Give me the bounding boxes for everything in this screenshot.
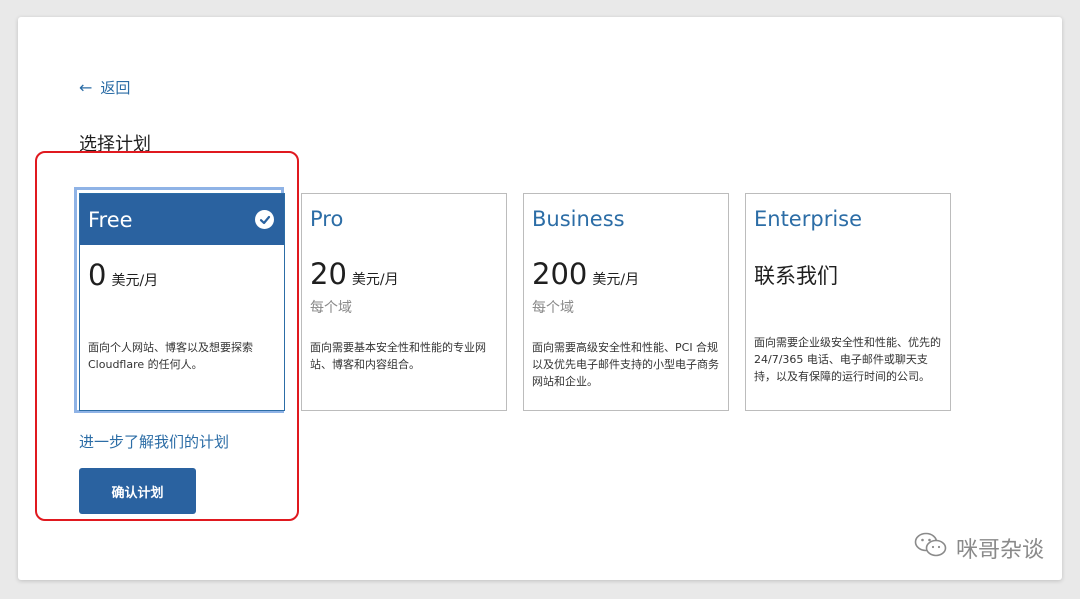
plan-card-header: Enterprise (746, 194, 950, 244)
back-link[interactable]: ← 返回 (79, 77, 130, 98)
plan-card-business[interactable]: Business 200 美元/月 每个域 面向需要高级安全性和性能、PCI 合… (523, 193, 729, 411)
price-amount: 0 (88, 258, 107, 292)
arrow-left-icon: ← (79, 77, 93, 97)
plan-selection-panel: ← 返回 选择计划 Free 0 美元/月 面向个人网站、博客以及想要探索 Cl… (18, 17, 1062, 580)
price-unit: 美元/月 (592, 272, 640, 288)
price-amount: 20 (310, 257, 347, 291)
price-row: 0 美元/月 (80, 245, 284, 292)
price-row: 20 美元/月 (302, 244, 506, 291)
plan-name: Enterprise (754, 207, 863, 231)
plan-description: 面向需要企业级安全性和性能、优先的 24/7/365 电话、电子邮件或聊天支持，… (754, 336, 941, 383)
watermark: 咪哥杂谈 (914, 531, 1044, 565)
plan-card-header: Pro (302, 194, 506, 244)
confirm-plan-button[interactable]: 确认计划 (79, 468, 196, 514)
plan-name: Business (532, 207, 625, 231)
plan-description: 面向个人网站、博客以及想要探索 Cloudflare 的任何人。 (88, 341, 253, 371)
plan-name: Pro (310, 207, 344, 231)
check-circle-icon (255, 210, 274, 229)
price-unit: 美元/月 (351, 272, 399, 288)
watermark-text: 咪哥杂谈 (955, 538, 1044, 563)
price-amount: 200 (532, 257, 588, 291)
per-domain-label: 每个域 (310, 300, 352, 316)
learn-more-link[interactable]: 进一步了解我们的计划 (79, 431, 229, 452)
contact-us-label: 联系我们 (754, 264, 838, 288)
plan-card-pro[interactable]: Pro 20 美元/月 每个域 面向需要基本安全性和性能的专业网站、博客和内容组… (301, 193, 507, 411)
back-link-label: 返回 (100, 79, 131, 97)
plan-description: 面向需要高级安全性和性能、PCI 合规以及优先电子邮件支持的小型电子商务网站和企… (532, 341, 719, 388)
wechat-icon (914, 531, 948, 565)
plan-card-free[interactable]: Free 0 美元/月 面向个人网站、博客以及想要探索 Cloudflare 的… (79, 193, 285, 411)
plan-card-header: Business (524, 194, 728, 244)
per-domain-label: 每个域 (532, 300, 574, 316)
price-row: 200 美元/月 (524, 244, 728, 291)
plan-description: 面向需要基本安全性和性能的专业网站、博客和内容组合。 (310, 341, 486, 371)
plan-card-enterprise[interactable]: Enterprise 联系我们 面向需要企业级安全性和性能、优先的 24/7/3… (745, 193, 951, 411)
price-unit: 美元/月 (111, 273, 159, 289)
plan-name: Free (88, 207, 133, 232)
plan-card-header: Free (80, 194, 284, 245)
